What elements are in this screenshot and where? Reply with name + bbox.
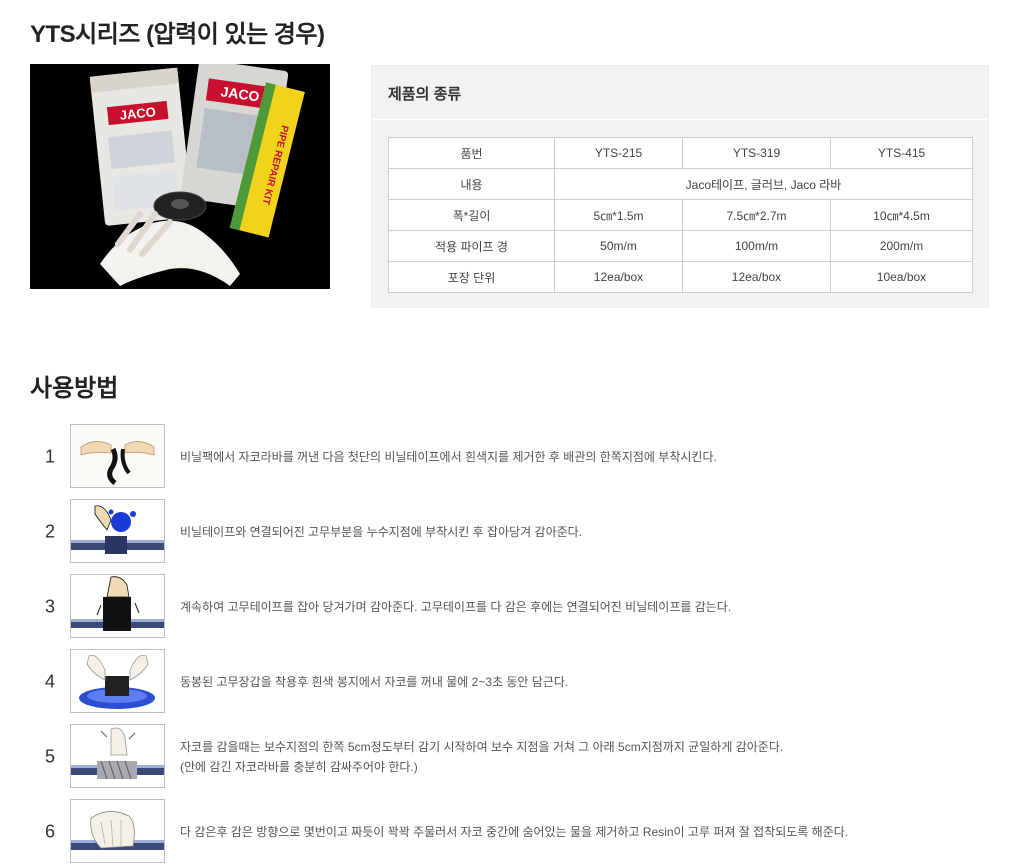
spec-divider xyxy=(372,119,988,120)
spec-cell: 10㎝*4.5m xyxy=(830,199,973,231)
spec-cell: 100m/m xyxy=(682,230,831,262)
step-description: 비닐팩에서 자코라바를 꺼낸 다음 첫단의 비닐테이프에서 흰색지를 제거한 후… xyxy=(180,447,717,467)
step-number: 4 xyxy=(44,671,55,692)
usage-step: 5 자코를 감을때는 보수지점의 한쪽 5cm정도부터 감기 시작하여 보수 지… xyxy=(0,724,1036,790)
step-number: 3 xyxy=(44,596,55,617)
step-illustration xyxy=(70,799,165,863)
spec-row-size: 폭*길이 5㎝*1.5m 7.5㎝*2.7m 10㎝*4.5m xyxy=(388,199,973,231)
spec-heading: 제품의 종류 xyxy=(388,86,462,103)
step-line: 동봉된 고무장갑을 착용후 흰색 봉지에서 자코를 꺼내 물에 2~3초 동안 … xyxy=(180,675,569,689)
wrapping-tape-icon xyxy=(71,575,164,637)
wrapping-jaco-icon xyxy=(71,725,164,787)
squeezing-hands-icon xyxy=(71,800,164,862)
step-illustration xyxy=(70,649,165,713)
spec-cell: 200m/m xyxy=(830,230,973,262)
spec-table: 품번 YTS-215 YTS-319 YTS-415 내용 Jaco테이프, 글… xyxy=(388,137,973,293)
spec-row-contents: 내용 Jaco테이프, 글러브, Jaco 라바 xyxy=(388,168,973,200)
product-kit-image: JACO JACO PIPE REPAIR KIT xyxy=(30,64,330,289)
usage-step: 4 동봉된 고무장갑을 착용후 흰색 봉지에서 자코를 꺼내 물에 2~3초 동… xyxy=(0,649,1036,715)
step-number: 6 xyxy=(44,821,55,842)
step-illustration xyxy=(70,574,165,638)
spec-cell: 10ea/box xyxy=(830,261,973,293)
usage-step: 1 비닐팩에서 자코라바를 꺼낸 다음 첫단의 비닐테이프에서 흰색지를 제거한… xyxy=(0,424,1036,490)
spec-row-header: 폭*길이 xyxy=(388,199,555,231)
step-description: 다 감은후 감은 방향으로 몇번이고 짜듯이 꽉꽉 주물러서 자코 중간에 숨어… xyxy=(180,822,848,842)
step-description: 자코를 감을때는 보수지점의 한쪽 5cm정도부터 감기 시작하여 보수 지점을… xyxy=(180,737,783,777)
spec-row-packaging: 포장 단위 12ea/box 12ea/box 10ea/box xyxy=(388,261,973,293)
spec-row-header: 품번 xyxy=(388,137,555,169)
spec-row-header: 적용 파이프 경 xyxy=(388,230,555,262)
step-number: 2 xyxy=(44,521,55,542)
spec-row-pipe-diameter: 적용 파이프 경 50m/m 100m/m 200m/m xyxy=(388,230,973,262)
step-description: 비닐테이프와 연결되어진 고무부분을 누수지점에 부착시킨 후 잡아당겨 감아준… xyxy=(180,522,582,542)
step-line: 계속하여 고무테이프를 잡아 당겨가며 감아준다. 고무테이프를 다 감은 후에… xyxy=(180,600,732,614)
step-number: 5 xyxy=(44,746,55,767)
step-line: 자코를 감을때는 보수지점의 한쪽 5cm정도부터 감기 시작하여 보수 지점을… xyxy=(180,740,784,754)
step-description: 계속하여 고무테이프를 잡아 당겨가며 감아준다. 고무테이프를 다 감은 후에… xyxy=(180,597,731,617)
step-number: 1 xyxy=(44,446,55,467)
spec-row-header: 내용 xyxy=(388,168,555,200)
spec-cell: YTS-319 xyxy=(682,137,831,169)
usage-step: 6 다 감은후 감은 방향으로 몇번이고 짜듯이 꽉꽉 주물러서 자코 중간에 … xyxy=(0,799,1036,865)
spec-cell: 7.5㎝*2.7m xyxy=(682,199,831,231)
page-title: YTS시리즈 (압력이 있는 경우) xyxy=(30,21,325,48)
spec-cell: 50m/m xyxy=(554,230,683,262)
hands-peeling-tape-icon xyxy=(71,425,164,487)
spec-cell: YTS-215 xyxy=(554,137,683,169)
usage-step: 3 계속하여 고무테이프를 잡아 당겨가며 감아준다. 고무테이프를 다 감은 … xyxy=(0,574,1036,640)
step-line: 다 감은후 감은 방향으로 몇번이고 짜듯이 꽉꽉 주물러서 자코 중간에 숨어… xyxy=(180,825,849,839)
spec-cell: YTS-415 xyxy=(830,137,973,169)
spec-cell: 12ea/box xyxy=(554,261,683,293)
product-spec-panel: 제품의 종류 품번 YTS-215 YTS-319 YTS-415 내용 Jac… xyxy=(371,65,989,308)
step-illustration xyxy=(70,424,165,488)
spec-cell: Jaco테이프, 글러브, Jaco 라바 xyxy=(554,168,973,200)
step-line: 비닐테이프와 연결되어진 고무부분을 누수지점에 부착시킨 후 잡아당겨 감아준… xyxy=(180,525,583,539)
step-line: 비닐팩에서 자코라바를 꺼낸 다음 첫단의 비닐테이프에서 흰색지를 제거한 후… xyxy=(180,450,717,464)
dip-in-water-icon xyxy=(71,650,164,712)
spec-cell: 12ea/box xyxy=(682,261,831,293)
spec-row-part-number: 품번 YTS-215 YTS-319 YTS-415 xyxy=(388,137,973,169)
spec-row-header: 포장 단위 xyxy=(388,261,555,293)
step-line: (안에 감긴 자코라바를 충분히 감싸주어야 한다.) xyxy=(180,760,418,774)
usage-step: 2 비닐테이프와 연결되어진 고무부분을 누수지점에 부착시킨 후 잡아당겨 감… xyxy=(0,499,1036,565)
step-illustration xyxy=(70,724,165,788)
usage-title: 사용방법 xyxy=(30,375,119,402)
step-description: 동봉된 고무장갑을 착용후 흰색 봉지에서 자코를 꺼내 물에 2~3초 동안 … xyxy=(180,672,568,692)
step-illustration xyxy=(70,499,165,563)
product-photo: JACO JACO PIPE REPAIR KIT xyxy=(30,64,330,289)
spec-cell: 5㎝*1.5m xyxy=(554,199,683,231)
pipe-leak-icon xyxy=(71,500,164,562)
